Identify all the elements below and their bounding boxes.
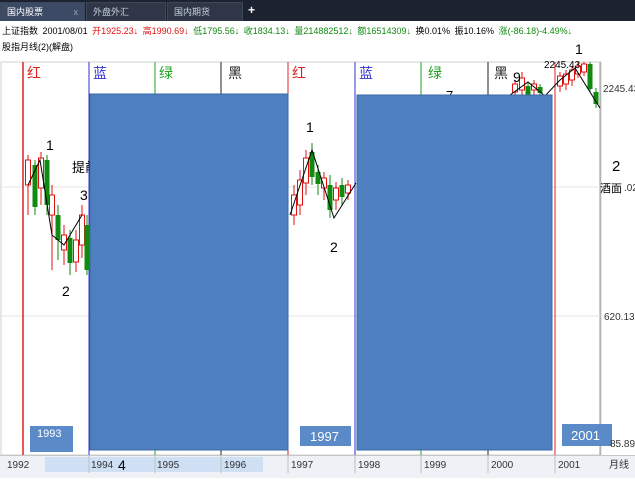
wave-label: 2 bbox=[330, 239, 338, 255]
period-unit[interactable]: 月线 bbox=[609, 458, 629, 471]
year-tick: 1994 bbox=[91, 460, 114, 471]
wave-label: 2 bbox=[612, 158, 620, 175]
overlay-panel bbox=[356, 94, 553, 451]
color-label-black: 黑 bbox=[494, 65, 508, 81]
wave-label: 1 bbox=[575, 41, 583, 57]
year-tick: 1999 bbox=[424, 460, 447, 471]
color-label-red: 红 bbox=[292, 65, 306, 81]
color-label-green: 绿 bbox=[159, 65, 173, 81]
time-axis[interactable]: 1992 1994 1995 1996 1997 1998 1999 2000 … bbox=[0, 454, 635, 478]
wave-label: 9 bbox=[513, 69, 521, 85]
year-tick: 2001 bbox=[558, 460, 581, 471]
year-tick: 1995 bbox=[157, 460, 180, 471]
color-label-green: 绿 bbox=[428, 65, 442, 81]
year-tick: 2000 bbox=[491, 460, 514, 471]
annotation-text: 酒面 bbox=[600, 182, 622, 195]
time-axis-svg: 1992 1994 1995 1996 1997 1998 1999 2000 … bbox=[0, 454, 635, 473]
year-box-label: 1997 bbox=[310, 429, 339, 444]
color-label-red: 红 bbox=[27, 65, 41, 81]
overlay-panel bbox=[89, 93, 289, 451]
wave-label: 1 bbox=[306, 119, 314, 135]
color-label-black: 黑 bbox=[228, 65, 242, 81]
price-tick: 85.89 bbox=[610, 439, 635, 450]
price-tick: .02 bbox=[624, 183, 635, 194]
year-tick: 1998 bbox=[358, 460, 381, 471]
year-tick: 1997 bbox=[291, 460, 314, 471]
wave-label: 2 bbox=[62, 283, 70, 299]
candlestick-chart[interactable]: 红 蓝 绿 黑 红 蓝 绿 黑 1 提前 3 2 1 2 9 1 2245.43… bbox=[0, 0, 635, 478]
candles-middle bbox=[289, 143, 357, 225]
color-label-blue: 蓝 bbox=[93, 65, 107, 81]
year-box-label: 1993 bbox=[37, 428, 61, 440]
wave-label: 3 bbox=[80, 187, 88, 203]
year-box-label: 2001 bbox=[571, 428, 600, 443]
price-tick: 620.13 bbox=[604, 312, 635, 323]
year-tick: 1996 bbox=[224, 460, 247, 471]
peak-value: 2245.43 bbox=[544, 60, 581, 71]
color-label-blue: 蓝 bbox=[359, 65, 373, 81]
price-tick: 2245.43 bbox=[603, 84, 635, 95]
year-tick: 1992 bbox=[7, 460, 30, 471]
wave-label: 4 bbox=[118, 457, 126, 473]
wave-label: 1 bbox=[46, 137, 54, 153]
